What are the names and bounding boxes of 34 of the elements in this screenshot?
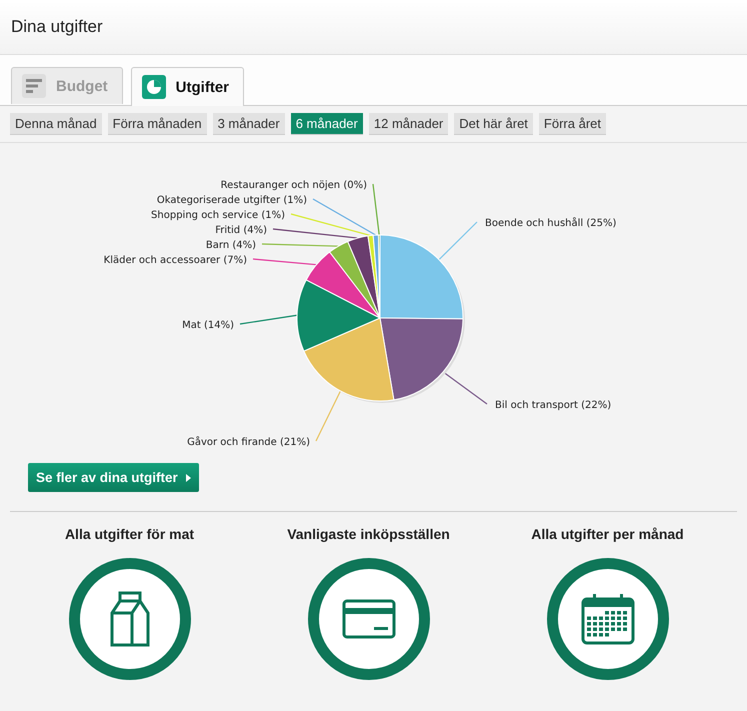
shortcut-title: Alla utgifter per månad: [531, 526, 684, 542]
leader-line: [252, 258, 316, 266]
caret-icon: [186, 474, 191, 482]
leader-line: [438, 222, 478, 260]
slice-label: Barn (4%): [206, 240, 256, 251]
period-tab[interactable]: Det här året: [454, 113, 533, 135]
slice-label: Gåvor och firande (21%): [187, 437, 310, 448]
shortcut-title: Vanligaste inköpsställen: [287, 526, 450, 542]
slice-label: Fritid (4%): [215, 225, 267, 236]
tab[interactable]: Utgifter: [130, 67, 244, 106]
calendar-icon: [580, 592, 634, 646]
pie-chart-icon: [142, 75, 166, 99]
period-tab[interactable]: 6 månader: [290, 113, 363, 135]
period-tab[interactable]: Denna månad: [10, 113, 102, 135]
slice-label: Mat (14%): [182, 320, 234, 331]
slice-label: Okategoriserade utgifter (1%): [156, 195, 307, 206]
slice-label: Restauranger och nöjen (0%): [220, 180, 367, 191]
period-tab[interactable]: 12 månader: [368, 113, 448, 135]
slice-label: Bil och transport (22%): [495, 400, 612, 411]
leader-line: [442, 371, 488, 404]
slice-label: Kläder och accessoarer (7%): [104, 255, 247, 266]
slice-label: Shopping och service (1%): [151, 210, 285, 221]
slice-label: Boende och hushåll (25%): [485, 218, 616, 229]
period-tab[interactable]: 3 månader: [212, 113, 285, 135]
period-tab[interactable]: Förra månaden: [108, 113, 207, 135]
leader-line: [240, 314, 298, 325]
text-lines-icon: [22, 74, 46, 98]
milk-carton-icon: [108, 591, 152, 647]
leader-line: [315, 390, 341, 442]
shortcut-title: Alla utgifter för mat: [64, 526, 194, 542]
credit-card-icon: [342, 599, 396, 639]
period-tab[interactable]: Förra året: [538, 113, 606, 135]
page-title: Dina utgifter: [11, 17, 103, 37]
more-expenses-button[interactable]: Se fler av dina utgifter: [28, 463, 199, 492]
